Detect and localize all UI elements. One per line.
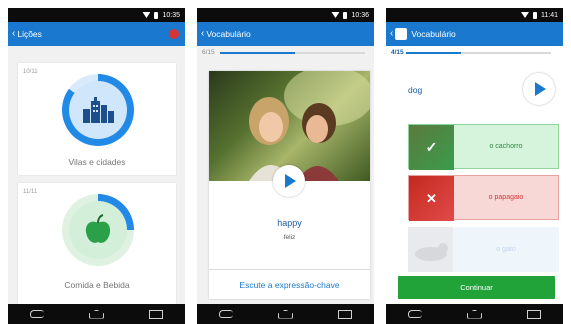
clock: 10:36 — [351, 11, 369, 19]
city-icon — [83, 97, 114, 123]
back-icon[interactable]: ‹ — [12, 29, 15, 39]
word-english: happy — [277, 218, 302, 228]
answer-label: o cachorro — [489, 143, 523, 150]
progress-label: 4/15 — [391, 49, 404, 56]
cat-icon — [414, 242, 448, 261]
system-nav-bar — [386, 304, 563, 324]
answer-option-correct[interactable]: ✓ o cachorro — [408, 124, 559, 170]
progress-label: 6/15 — [202, 49, 215, 56]
lesson-count: 11/11 — [23, 189, 38, 195]
nav-back-icon[interactable] — [408, 310, 423, 318]
lesson-title: Comida e Bebida — [64, 280, 130, 290]
play-icon — [535, 82, 546, 96]
dog-image: ✓ — [409, 125, 454, 170]
lesson-count: 10/11 — [23, 69, 38, 75]
lesson-icon-bg — [69, 81, 127, 139]
progress-ring — [62, 194, 134, 266]
play-icon — [285, 174, 296, 188]
battery-icon — [533, 11, 537, 19]
system-nav-bar — [8, 304, 185, 324]
bug-icon[interactable] — [169, 29, 179, 39]
app-bar: ‹ Vocabulário — [386, 22, 563, 46]
lesson-card-food[interactable]: 11/11 Comida e Bebida — [18, 183, 176, 304]
app-logo-icon — [395, 28, 408, 40]
progress-track — [406, 52, 551, 54]
nav-recents-icon[interactable] — [337, 309, 352, 319]
nav-home-icon[interactable] — [277, 309, 293, 319]
nav-back-icon[interactable] — [219, 310, 234, 318]
wifi-icon — [331, 12, 340, 18]
vocabulary-quiz-screen: 11:41 ‹ Vocabulário 4/15 dog ✓ o cachorr… — [386, 8, 563, 324]
wifi-icon — [142, 12, 151, 18]
status-bar: 10:36 — [197, 8, 374, 22]
prompt-word: dog — [408, 85, 423, 95]
checkmark-icon: ✓ — [425, 139, 438, 155]
continue-button[interactable]: Continuar — [398, 276, 555, 299]
system-nav-bar — [197, 304, 374, 324]
answer-label: o gato — [496, 246, 516, 253]
clock: 11:41 — [541, 11, 558, 19]
battery-icon — [154, 11, 159, 19]
app-bar: ‹ Lições — [8, 22, 185, 46]
status-bar: 10:35 — [8, 8, 185, 22]
battery-icon — [343, 11, 348, 19]
answer-option-neutral[interactable]: o gato — [408, 227, 559, 272]
listen-key-phrase-button[interactable]: Escute a expressão-chave — [209, 269, 370, 299]
page-title: Vocabulário — [411, 29, 456, 39]
page-title: Lições — [17, 29, 42, 39]
vocabulary-screen: 10:36 ‹ Vocabulário 6/15 happy feliz Esc… — [197, 8, 374, 324]
lessons-screen: 10:35 ‹ Lições 10/11 Vilas e cidades 11/… — [8, 8, 185, 324]
cat-image — [408, 227, 453, 272]
lesson-card-villages[interactable]: 10/11 Vilas e cidades — [18, 63, 176, 175]
word-translation: feliz — [283, 234, 296, 241]
lesson-title: Vilas e cidades — [68, 157, 126, 167]
answer-option-wrong[interactable]: ✕ o papagaio — [408, 175, 559, 221]
play-audio-button[interactable] — [273, 165, 305, 197]
page-title: Vocabulário — [206, 29, 251, 39]
parrot-image: ✕ — [409, 176, 454, 221]
nav-home-icon[interactable] — [466, 309, 482, 319]
lesson-icon-bg — [69, 201, 127, 259]
clock: 10:35 — [162, 11, 180, 19]
progress-track — [220, 52, 365, 54]
back-icon[interactable]: ‹ — [390, 29, 393, 39]
cross-icon: ✕ — [426, 190, 437, 206]
nav-recents-icon[interactable] — [526, 309, 541, 319]
apple-icon — [85, 214, 111, 243]
wifi-icon — [521, 12, 529, 18]
progress-ring — [62, 74, 134, 146]
play-audio-button[interactable] — [523, 73, 555, 105]
nav-recents-icon[interactable] — [148, 309, 163, 319]
progress-fill — [406, 52, 462, 54]
vocab-card: happy feliz Escute a expressão-chave — [209, 71, 370, 299]
nav-home-icon[interactable] — [88, 309, 104, 319]
answer-label: o papagaio — [488, 194, 524, 201]
back-icon[interactable]: ‹ — [201, 29, 204, 39]
app-bar: ‹ Vocabulário — [197, 22, 374, 46]
nav-back-icon[interactable] — [30, 310, 45, 318]
status-bar: 11:41 — [386, 8, 563, 22]
progress-fill — [220, 52, 296, 54]
